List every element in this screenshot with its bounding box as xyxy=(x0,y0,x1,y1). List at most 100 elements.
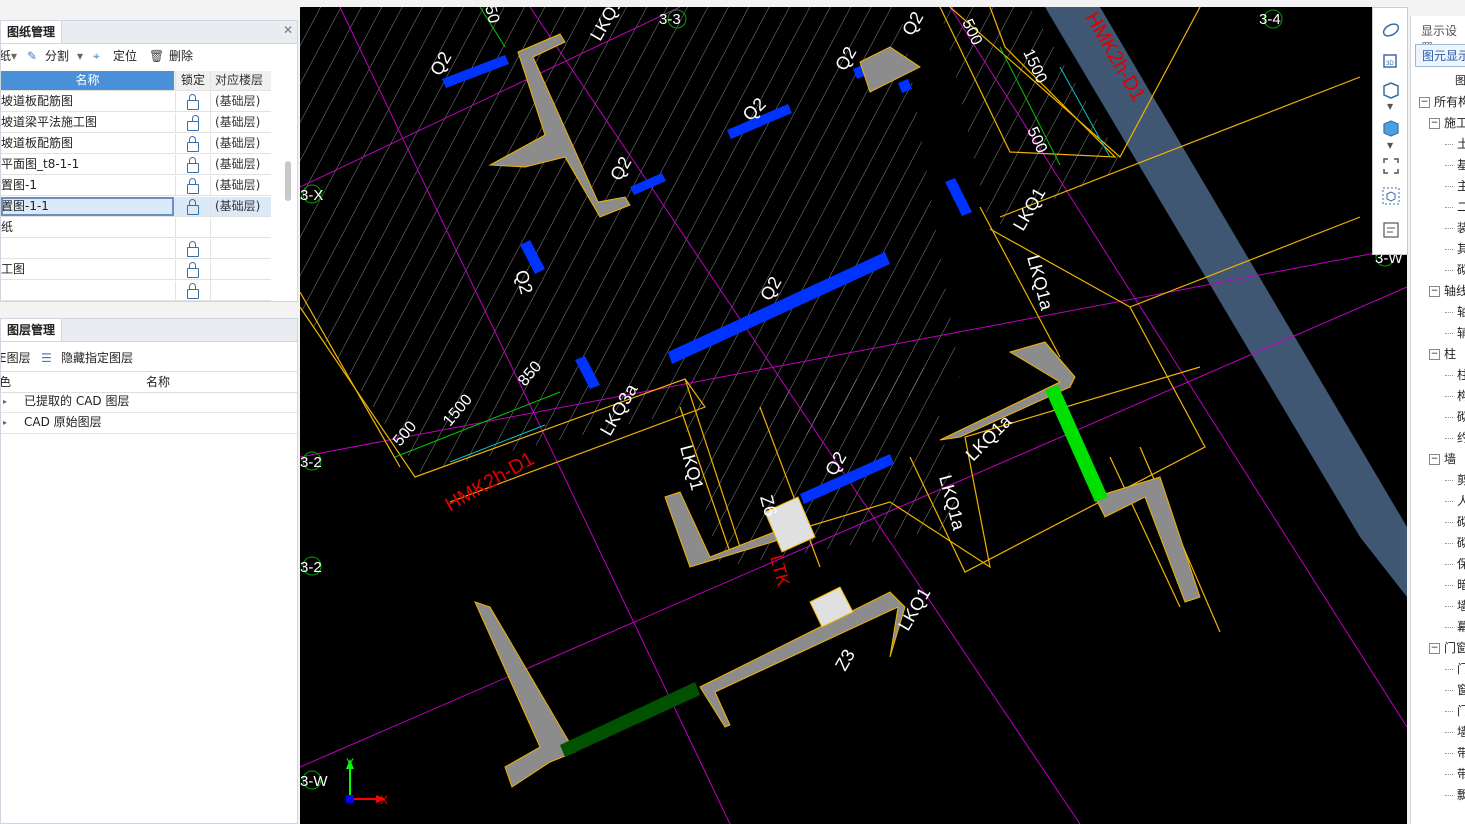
lock-icon[interactable] xyxy=(187,262,199,278)
floor-cell[interactable]: (基础层) xyxy=(210,92,271,111)
tree-item[interactable]: −所有构 xyxy=(1419,92,1465,113)
toolbar-first-item[interactable]: 纸 xyxy=(1,44,11,68)
collapse-icon[interactable]: − xyxy=(1429,118,1440,129)
tree-item[interactable]: 人 xyxy=(1445,491,1465,512)
table-row[interactable]: 平面图_t8-1-1 (基础层) xyxy=(1,155,271,175)
tree-item[interactable]: 构 xyxy=(1445,386,1465,407)
unlock-icon[interactable] xyxy=(187,115,199,131)
floor-cell[interactable]: (基础层) xyxy=(210,176,271,195)
table-row[interactable]: 置图-1 (基础层) xyxy=(1,176,271,196)
tree-item[interactable]: 砌 xyxy=(1445,533,1465,554)
tree-item[interactable]: 墙 xyxy=(1445,722,1465,743)
floor-cell[interactable] xyxy=(210,239,271,258)
lock-cell[interactable] xyxy=(175,239,210,258)
tab-element-display[interactable]: 图元显示 xyxy=(1415,44,1465,67)
component-view-icon[interactable] xyxy=(1381,186,1401,206)
lock-cell[interactable] xyxy=(175,155,210,174)
chevron-down-icon[interactable]: ▼ xyxy=(1387,141,1393,150)
chevron-down-icon[interactable]: ▼ xyxy=(1387,102,1393,111)
col-lock[interactable]: 锁定 xyxy=(175,71,210,90)
delete-button[interactable]: 删除 xyxy=(169,44,193,68)
tree-item[interactable]: 辅 xyxy=(1445,323,1465,344)
lock-cell[interactable] xyxy=(175,176,210,195)
expand-arrow-icon[interactable]: ▸ xyxy=(3,412,7,433)
close-icon[interactable]: ✕ xyxy=(283,319,293,321)
table-row[interactable]: 工图 xyxy=(1,260,271,280)
properties-icon[interactable] xyxy=(1381,220,1401,240)
layer-row[interactable]: ▸ CAD 原始图层 xyxy=(1,412,297,434)
lock-icon[interactable] xyxy=(187,241,199,257)
tree-item[interactable]: 保 xyxy=(1445,554,1465,575)
lock-cell[interactable] xyxy=(175,260,210,279)
col-layer-name[interactable]: 名称 xyxy=(146,372,170,392)
tree-item[interactable]: 砌 xyxy=(1445,407,1465,428)
collapse-icon[interactable]: − xyxy=(1429,643,1440,654)
fit-view-icon[interactable] xyxy=(1381,156,1401,176)
floor-cell[interactable]: (基础层) xyxy=(210,155,271,174)
lock-cell[interactable] xyxy=(175,218,210,237)
tree-item[interactable]: −门窗 xyxy=(1429,638,1465,659)
hide-layer-button[interactable]: 隐藏指定图层 xyxy=(61,346,133,370)
tree-item[interactable]: 墙 xyxy=(1445,596,1465,617)
locate-button[interactable]: 定位 xyxy=(113,44,137,68)
tree-item[interactable]: 基 xyxy=(1445,155,1465,176)
split-dropdown-icon[interactable]: ▾ xyxy=(77,44,83,68)
table-row[interactable]: 坡道板配筋图 (基础层) xyxy=(1,92,271,112)
dropdown-arrow-icon[interactable]: ▾ xyxy=(11,44,17,68)
lock-icon[interactable] xyxy=(187,199,199,215)
table-row[interactable] xyxy=(1,281,271,301)
lock-cell[interactable] xyxy=(175,92,210,111)
col-name[interactable]: 名称 xyxy=(1,71,174,90)
collapse-icon[interactable]: − xyxy=(1429,286,1440,297)
tree-item[interactable]: 暗 xyxy=(1445,575,1465,596)
table-row[interactable]: 坡道板配筋图 (基础层) xyxy=(1,134,271,154)
table-row[interactable] xyxy=(1,239,271,259)
tree-item[interactable]: 约 xyxy=(1445,428,1465,449)
cube-icon[interactable] xyxy=(1381,80,1401,100)
tree-item[interactable]: 装 xyxy=(1445,218,1465,239)
tree-item[interactable]: 带 xyxy=(1445,764,1465,785)
split-button[interactable]: 分割 xyxy=(45,44,69,68)
expand-arrow-icon[interactable]: ▸ xyxy=(3,391,7,412)
lock-icon[interactable] xyxy=(187,157,199,173)
close-icon[interactable]: ✕ xyxy=(283,23,293,37)
floor-cell[interactable] xyxy=(210,281,271,300)
layer-panel-tab[interactable]: 图层管理 xyxy=(1,319,63,341)
tree-item[interactable]: −施工 xyxy=(1429,113,1465,134)
collapse-icon[interactable]: − xyxy=(1419,97,1430,108)
layer-row[interactable]: ▸ 已提取的 CAD 图层 xyxy=(1,391,297,413)
cad-drawing[interactable]: 3-3 3-4 3-X 3-2 3-2 3-W 3-W Q2 Q2 Q2 Q2 … xyxy=(300,7,1407,824)
lock-icon[interactable] xyxy=(187,94,199,110)
table-row[interactable]: 坡道梁平法施工图 (基础层) xyxy=(1,113,271,133)
tree-item[interactable]: 轴 xyxy=(1445,302,1465,323)
tree-item[interactable]: 飘 xyxy=(1445,785,1465,806)
tree-item[interactable]: 其 xyxy=(1445,239,1465,260)
floor-cell[interactable]: (基础层) xyxy=(210,134,271,153)
col-floor[interactable]: 对应楼层 xyxy=(210,71,271,90)
tree-item[interactable]: 窗 xyxy=(1445,680,1465,701)
tree-item[interactable]: 砌 xyxy=(1445,260,1465,281)
floor-cell[interactable]: (基础层) xyxy=(210,197,271,216)
tree-item[interactable]: −轴线 xyxy=(1429,281,1465,302)
lock-icon[interactable] xyxy=(187,283,199,299)
lock-cell[interactable] xyxy=(175,281,210,300)
tree-item[interactable]: 砌 xyxy=(1445,512,1465,533)
floor-cell[interactable] xyxy=(210,218,271,237)
col-color[interactable]: 色 xyxy=(1,372,11,392)
tree-item[interactable]: 剪 xyxy=(1445,470,1465,491)
tree-item[interactable]: 柱 xyxy=(1445,365,1465,386)
tree-item[interactable]: 土 xyxy=(1445,134,1465,155)
show-layer-button[interactable]: E图层 xyxy=(1,346,31,370)
tree-item[interactable]: 主 xyxy=(1445,176,1465,197)
table-row[interactable]: 置图-1-1 (基础层) xyxy=(1,197,271,217)
tree-item[interactable]: − 墙 xyxy=(1429,449,1456,470)
tree-item[interactable]: 幕 xyxy=(1445,617,1465,638)
collapse-icon[interactable]: − xyxy=(1429,349,1440,360)
table-row[interactable]: 纸 xyxy=(1,218,271,238)
drawing-panel-tab[interactable]: 图纸管理 xyxy=(1,21,63,43)
lock-cell[interactable] xyxy=(175,113,210,132)
floor-cell[interactable]: (基础层) xyxy=(210,113,271,132)
tree-item[interactable]: 门 xyxy=(1445,701,1465,722)
collapse-icon[interactable]: − xyxy=(1429,454,1440,465)
tree-item[interactable]: 门 xyxy=(1445,659,1465,680)
